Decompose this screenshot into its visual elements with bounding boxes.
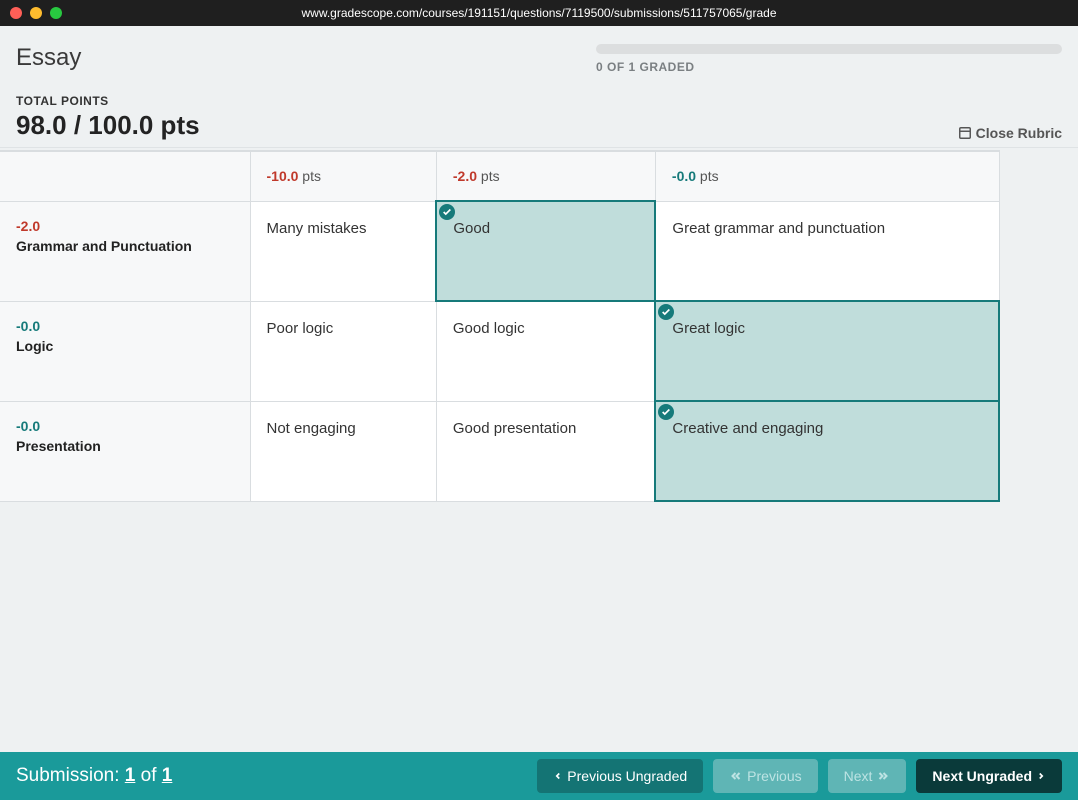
rubric-cell[interactable]: Good logic bbox=[436, 301, 655, 401]
rubric-cell-text: Not engaging bbox=[267, 420, 356, 437]
column-pts-unit: pts bbox=[696, 168, 719, 184]
rubric-cell[interactable]: Creative and engaging bbox=[655, 401, 999, 501]
rubric-cell[interactable]: Good bbox=[436, 201, 655, 301]
previous-ungraded-button[interactable]: Previous Ungraded bbox=[537, 759, 703, 793]
rubric-cell-text: Good presentation bbox=[453, 420, 576, 437]
grading-progress: 0 OF 1 GRADED bbox=[596, 44, 1062, 74]
row-criterion-name: Grammar and Punctuation bbox=[16, 238, 234, 254]
close-rubric-label: Close Rubric bbox=[976, 125, 1062, 141]
close-rubric-button[interactable]: Close Rubric bbox=[958, 125, 1062, 141]
rubric-row-header: -0.0 Logic bbox=[0, 301, 250, 401]
rubric-row-header: -0.0 Presentation bbox=[0, 401, 250, 501]
rubric-cell-text: Creative and engaging bbox=[672, 420, 823, 437]
check-icon bbox=[658, 304, 674, 320]
footer-bar: Submission: 1 of 1 Previous Ungraded Pre… bbox=[0, 752, 1078, 800]
rubric-cell-text: Great logic bbox=[672, 320, 745, 337]
rubric-cell[interactable]: Great grammar and punctuation bbox=[655, 201, 999, 301]
rubric-header-corner bbox=[0, 151, 250, 201]
rubric-cell[interactable]: Good presentation bbox=[436, 401, 655, 501]
check-icon bbox=[439, 204, 455, 220]
column-points: -0.0 bbox=[672, 168, 696, 184]
next-ungraded-button[interactable]: Next Ungraded bbox=[916, 759, 1062, 793]
rubric-column-header: -2.0 pts bbox=[436, 151, 655, 201]
column-pts-unit: pts bbox=[298, 168, 321, 184]
check-icon bbox=[658, 404, 674, 420]
column-points: -2.0 bbox=[453, 168, 477, 184]
chevrons-left-icon bbox=[729, 770, 743, 782]
row-criterion-name: Logic bbox=[16, 338, 234, 354]
rubric-table: -10.0 pts-2.0 pts-0.0 pts -2.0Grammar an… bbox=[0, 150, 1000, 502]
row-points: -0.0 bbox=[16, 318, 234, 334]
rubric-row-header: -2.0 Grammar and Punctuation bbox=[0, 201, 250, 301]
row-points: -2.0 bbox=[16, 218, 234, 234]
column-pts-unit: pts bbox=[477, 168, 500, 184]
rubric-cell-text: Good logic bbox=[453, 320, 525, 337]
window-titlebar: www.gradescope.com/courses/191151/questi… bbox=[0, 0, 1078, 26]
rubric-cell-text: Great grammar and punctuation bbox=[672, 220, 885, 237]
total-points-label: TOTAL POINTS bbox=[16, 94, 958, 108]
progress-bar bbox=[596, 44, 1062, 54]
page-title: Essay bbox=[16, 44, 81, 72]
rubric-column-header: -10.0 pts bbox=[250, 151, 436, 201]
rubric-cell[interactable]: Many mistakes bbox=[250, 201, 436, 301]
rubric-column-header: -0.0 pts bbox=[655, 151, 999, 201]
submission-counter: Submission: 1 of 1 bbox=[16, 765, 172, 787]
rubric-cell[interactable]: Not engaging bbox=[250, 401, 436, 501]
column-points: -10.0 bbox=[267, 168, 299, 184]
url-display: www.gradescope.com/courses/191151/questi… bbox=[302, 6, 777, 20]
rubric-cell[interactable]: Poor logic bbox=[250, 301, 436, 401]
rubric-cell-text: Poor logic bbox=[267, 320, 334, 337]
window-controls bbox=[10, 7, 62, 19]
window-minimize-button[interactable] bbox=[30, 7, 42, 19]
progress-label: 0 OF 1 GRADED bbox=[596, 60, 1062, 74]
rubric-cell-text: Good bbox=[453, 220, 490, 237]
rubric-cell-text: Many mistakes bbox=[267, 220, 367, 237]
collapse-icon bbox=[958, 126, 972, 140]
page-header: Essay 0 OF 1 GRADED bbox=[0, 26, 1078, 82]
chevrons-right-icon bbox=[876, 770, 890, 782]
chevron-right-icon bbox=[1036, 770, 1046, 782]
window-maximize-button[interactable] bbox=[50, 7, 62, 19]
chevron-left-icon bbox=[553, 770, 563, 782]
previous-button: Previous bbox=[713, 759, 817, 793]
row-points: -0.0 bbox=[16, 418, 234, 434]
next-button: Next bbox=[828, 759, 907, 793]
total-points-value: 98.0 / 100.0 pts bbox=[16, 110, 958, 141]
rubric-cell[interactable]: Great logic bbox=[655, 301, 999, 401]
points-row: TOTAL POINTS 98.0 / 100.0 pts Close Rubr… bbox=[0, 82, 1078, 148]
row-criterion-name: Presentation bbox=[16, 438, 234, 454]
window-close-button[interactable] bbox=[10, 7, 22, 19]
